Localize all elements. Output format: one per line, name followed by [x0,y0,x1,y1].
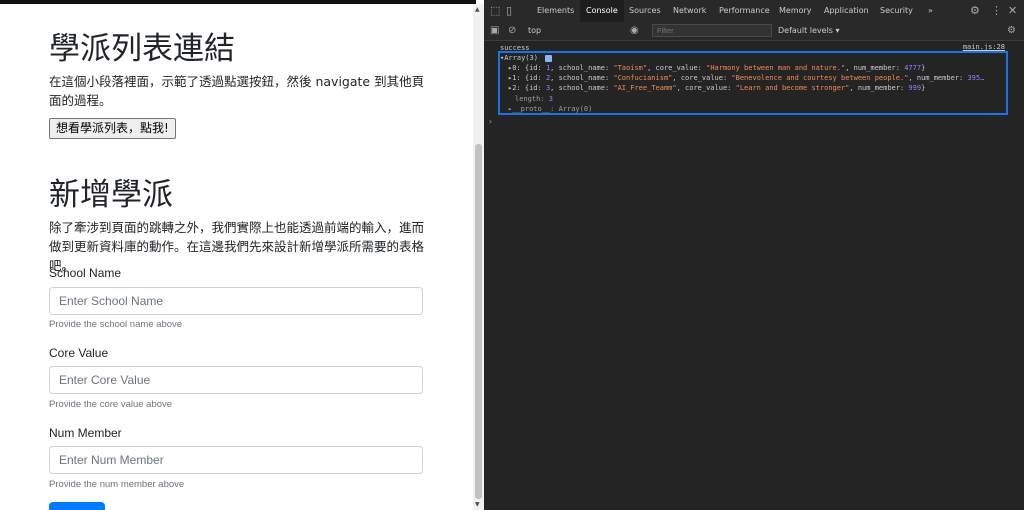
array-row-1[interactable]: ▸1: {id: 2, school_name: "Confucianism",… [508,73,984,83]
array-label: ▾Array(3) [500,54,538,62]
array-row-0[interactable]: ▸0: {id: 1, school_name: "Taoism", core_… [508,63,925,73]
tab-memory[interactable]: Memory [779,0,812,22]
row-1-key3: , num_member: [908,74,968,82]
school-name-input[interactable] [49,287,423,315]
console-log-source-link[interactable]: main.js:28 [963,43,1005,51]
row-1-index: ▸1: {id: [508,74,546,82]
row-0-num-member: 4777 [904,64,922,72]
device-toolbar-icon[interactable]: ▯ [506,4,512,17]
row-2-end: } [921,84,926,92]
console-toolbar: ▣ ⊘ top ◉ Default levels ▾ ⚙ [484,22,1024,41]
num-member-label: Num Member [49,426,122,440]
inspect-element-icon[interactable]: ⬚ [490,4,500,17]
num-member-input[interactable] [49,446,423,474]
tab-performance[interactable]: Performance [719,0,770,22]
info-badge-icon [545,54,553,62]
console-settings-gear-icon[interactable]: ⚙ [1007,25,1016,36]
array-length: length: 3 [515,94,553,104]
devtools-panel: ⬚ ▯ Elements Console Sources Network Per… [484,0,1024,510]
row-0-key3: , num_member: [845,64,905,72]
tab-security[interactable]: Security [880,0,913,22]
row-0-school-name: "Taoism" [613,64,648,72]
page-scrollbar[interactable]: ▲ ▼ [473,4,484,510]
row-0-key1: , school_name: [550,64,614,72]
num-member-help: Provide the num member above [49,479,185,490]
add-school-heading: 新增學派 [49,177,173,213]
intro-paragraph: 在這個小段落裡面，示範了透過點選按鈕，然後 navigate 到其他頁面的過程。 [49,74,425,108]
row-2-core-value: "Learn and become stronger" [735,84,850,92]
row-2-index: ▸2: {id: [508,84,546,92]
array-row-2[interactable]: ▸2: {id: 3, school_name: "AI_Free_Teamm"… [508,83,925,93]
page-title: 學派列表連結 [49,31,235,67]
web-page: 學派列表連結 在這個小段落裡面，示範了透過點選按鈕，然後 navigate 到其… [0,4,476,510]
core-value-input[interactable] [49,366,423,394]
view-school-list-button[interactable]: 想看學派列表，點我! [49,118,176,139]
row-1-key1: , school_name: [550,74,614,82]
close-devtools-icon[interactable]: ✕ [1008,4,1017,17]
kebab-menu-icon[interactable]: ⋮ [991,4,1002,17]
submit-button[interactable] [49,502,105,510]
core-value-help: Provide the core value above [49,399,173,410]
more-tabs-icon[interactable]: » [928,0,933,22]
tab-sources[interactable]: Sources [629,0,661,22]
tab-console[interactable]: Console [580,0,624,22]
tab-elements[interactable]: Elements [537,0,574,22]
row-0-key2: , core_value: [647,64,707,72]
scroll-thumb[interactable] [475,144,482,499]
tab-application[interactable]: Application [824,0,869,22]
row-1-school-name: "Confucianism" [613,74,673,82]
row-1-key2: , core_value: [672,74,732,82]
array-header[interactable]: ▾Array(3) [500,53,553,63]
row-0-end: } [921,64,926,72]
clear-console-icon[interactable]: ⊘ [508,25,516,36]
row-2-key3: , num_member: [849,84,909,92]
scroll-up-arrow-icon[interactable]: ▲ [475,6,480,13]
length-label: length: [515,95,549,103]
row-0-core-value: "Harmony between man and nature." [706,64,846,72]
row-2-school-name: "AI_Free_Teamm" [613,84,677,92]
length-value: 3 [548,95,553,103]
context-selector[interactable]: top [528,25,620,37]
log-levels-dropdown[interactable]: Default levels ▾ [778,25,840,37]
scroll-down-arrow-icon[interactable]: ▼ [475,501,480,508]
sidebar-toggle-icon[interactable]: ▣ [490,25,499,36]
devtools-tabbar: ⬚ ▯ Elements Console Sources Network Per… [484,0,1024,23]
row-2-key1: , school_name: [550,84,614,92]
school-name-help: Provide the school name above [49,319,183,330]
settings-gear-icon[interactable]: ⚙ [970,4,980,17]
core-value-label: Core Value [49,346,109,360]
array-proto[interactable]: ▸__proto__: Array(0) [508,104,592,114]
row-0-index: ▸0: {id: [508,64,546,72]
console-filter-input[interactable] [652,24,772,37]
school-name-label: School Name [49,266,122,280]
row-1-core-value: "Benevolence and courtesy between people… [731,74,909,82]
console-prompt-icon[interactable]: › [488,117,493,126]
row-2-num-member: 999 [908,84,922,92]
row-1-num-member: 395… [967,74,985,82]
tab-network[interactable]: Network [673,0,706,22]
row-2-key2: , core_value: [676,84,736,92]
live-expression-eye-icon[interactable]: ◉ [630,25,639,36]
